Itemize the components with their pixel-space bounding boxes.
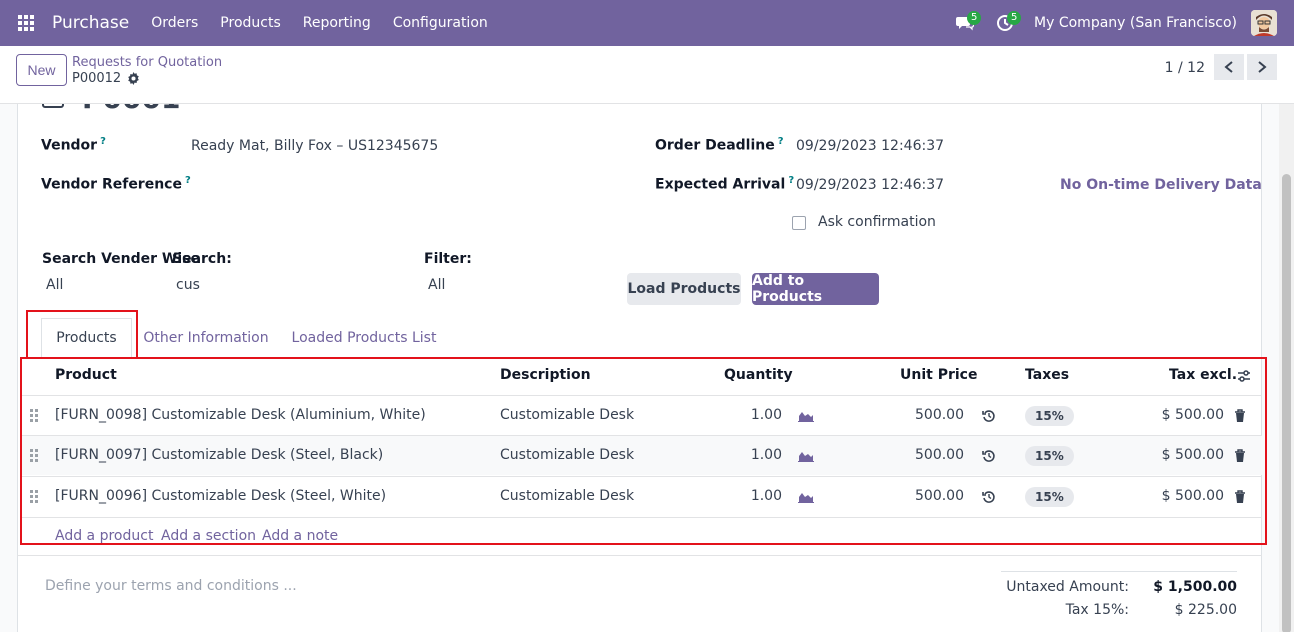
breadcrumb-current-label: P00012 — [72, 71, 122, 86]
scrollbar-thumb[interactable] — [1282, 174, 1291, 632]
order-deadline-help-icon[interactable]: ? — [778, 136, 784, 147]
footer-divider — [17, 555, 1262, 556]
apps-grid-icon — [18, 15, 34, 31]
add-to-products-button[interactable]: Add to Products — [752, 273, 879, 305]
tax-value: $ 225.00 — [1174, 602, 1237, 618]
untaxed-amount-value: $ 1,500.00 — [1153, 579, 1237, 595]
order-deadline-label: Order Deadline? — [655, 136, 784, 154]
search-input[interactable]: cus — [176, 277, 200, 293]
terms-conditions-field[interactable]: Define your terms and conditions ... — [45, 578, 297, 594]
menu-reporting[interactable]: Reporting — [303, 15, 371, 31]
top-navbar: Purchase Orders Products Reporting Confi… — [0, 0, 1294, 46]
pager-value[interactable]: 1 / 12 — [1165, 60, 1205, 76]
expected-arrival-help-icon[interactable]: ? — [788, 175, 794, 186]
record-title-clipped: P00012 — [42, 104, 182, 112]
tab-other-information[interactable]: Other Information — [140, 318, 272, 358]
filter-label: Filter: — [424, 251, 472, 267]
ask-confirmation-label: Ask confirmation — [818, 214, 936, 230]
breadcrumb-parent[interactable]: Requests for Quotation — [72, 55, 222, 70]
vendor-field[interactable]: Ready Mat, Billy Fox – US12345675 — [191, 138, 438, 154]
chevron-left-icon — [1224, 61, 1233, 73]
messages-count-badge: 5 — [967, 11, 982, 25]
highlight-box-tab — [26, 310, 138, 359]
control-panel: New Requests for Quotation P00012 1 / 12 — [0, 46, 1294, 104]
messages-button[interactable]: 5 — [950, 0, 982, 46]
vendor-label: Vendor? — [41, 136, 106, 154]
on-time-delivery-button[interactable]: No On-time Delivery Data — [1060, 177, 1262, 193]
search-vendor-wise-select[interactable]: All — [46, 277, 63, 293]
menu-products[interactable]: Products — [220, 15, 280, 31]
vendor-reference-label: Vendor Reference? — [41, 175, 191, 193]
search-label: Search: — [172, 251, 232, 267]
pager-next-button[interactable] — [1247, 54, 1277, 80]
ask-confirmation-checkbox[interactable] — [792, 216, 806, 230]
app-menu-button[interactable] — [0, 0, 52, 46]
gear-icon[interactable] — [127, 72, 140, 85]
company-switcher[interactable]: My Company (San Francisco) — [1034, 15, 1237, 31]
priority-star-icon[interactable] — [42, 104, 64, 108]
app-name[interactable]: Purchase — [52, 13, 129, 33]
user-avatar-icon — [1251, 10, 1277, 36]
user-avatar[interactable] — [1251, 10, 1277, 36]
breadcrumb-current: P00012 — [72, 71, 140, 86]
page-scrollbar[interactable] — [1279, 104, 1294, 632]
expected-arrival-label: Expected Arrival? — [655, 175, 795, 193]
menu-orders[interactable]: Orders — [151, 15, 198, 31]
activities-button[interactable]: 5 — [990, 0, 1022, 46]
highlight-box-table — [20, 357, 1267, 545]
record-title: P00012 — [82, 104, 182, 112]
untaxed-amount-label: Untaxed Amount: — [1006, 579, 1129, 595]
tax-label: Tax 15%: — [1065, 602, 1129, 618]
vendor-reference-help-icon[interactable]: ? — [185, 175, 191, 186]
menu-configuration[interactable]: Configuration — [393, 15, 488, 31]
load-products-button[interactable]: Load Products — [627, 273, 741, 305]
totals-divider — [1001, 571, 1237, 572]
pager-previous-button[interactable] — [1214, 54, 1244, 80]
activities-count-badge: 5 — [1007, 11, 1022, 25]
new-button[interactable]: New — [16, 54, 67, 86]
tab-loaded-products-list[interactable]: Loaded Products List — [288, 318, 440, 358]
order-deadline-field[interactable]: 09/29/2023 12:46:37 — [796, 138, 944, 154]
filter-select[interactable]: All — [428, 277, 445, 293]
expected-arrival-field[interactable]: 09/29/2023 12:46:37 — [796, 177, 944, 193]
vendor-reference-field[interactable] — [191, 172, 591, 196]
chevron-right-icon — [1258, 61, 1267, 73]
vendor-help-icon[interactable]: ? — [100, 136, 106, 147]
